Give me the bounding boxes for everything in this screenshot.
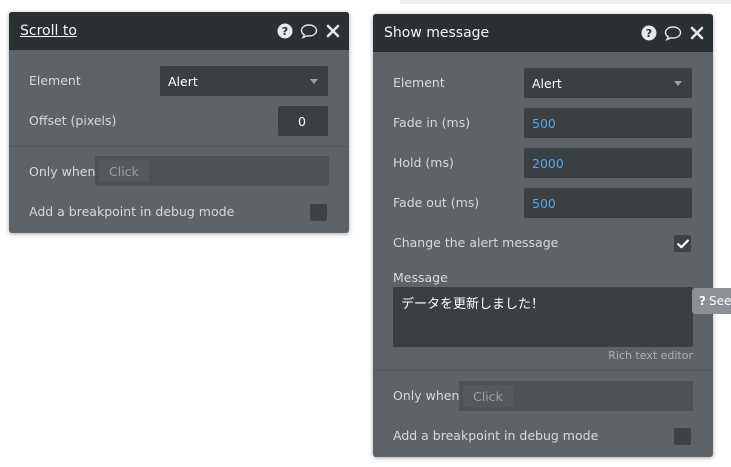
element-dropdown[interactable]: Alert [524, 68, 692, 98]
breakpoint-label: Add a breakpoint in debug mode [393, 428, 599, 443]
fade-in-input[interactable]: 500 [524, 108, 692, 138]
element-value: Alert [532, 75, 562, 91]
show-message-panel: Show message ? Element Alert Fade in (ms… [373, 14, 713, 457]
offset-input[interactable]: 0 [278, 106, 328, 136]
only-when-placeholder: Click [463, 385, 513, 407]
checkmark-icon [676, 239, 689, 248]
help-icon: ? [699, 294, 706, 308]
close-icon[interactable] [688, 24, 706, 42]
see-tab-label: See [708, 294, 731, 308]
fade-in-label: Fade in (ms) [393, 115, 471, 130]
offset-label: Offset (pixels) [29, 113, 117, 128]
hold-value: 2000 [532, 155, 564, 171]
change-message-checkbox[interactable] [674, 235, 691, 252]
message-label: Message [393, 270, 448, 285]
change-message-label: Change the alert message [393, 235, 559, 250]
fade-out-value: 500 [532, 195, 556, 211]
comment-icon[interactable] [664, 24, 682, 42]
message-value: データを更新しました！ [401, 297, 545, 312]
dropdown-caret-icon [674, 81, 682, 86]
section-divider [9, 146, 349, 147]
element-value: Alert [168, 73, 198, 89]
element-label: Element [29, 73, 81, 88]
see-reference-tab[interactable]: ? See [692, 288, 731, 314]
fade-in-value: 500 [532, 115, 556, 131]
help-icon[interactable]: ? [640, 24, 658, 42]
breakpoint-label: Add a breakpoint in debug mode [29, 204, 235, 219]
help-icon[interactable]: ? [276, 22, 294, 40]
hold-input[interactable]: 2000 [524, 148, 692, 178]
comment-icon[interactable] [300, 22, 318, 40]
svg-text:?: ? [646, 27, 652, 40]
message-textarea[interactable]: データを更新しました！ [393, 287, 693, 347]
close-icon[interactable] [324, 22, 342, 40]
offset-value: 0 [298, 113, 306, 129]
panel-header: Show message ? [373, 14, 713, 52]
only-when-condition-input[interactable]: Click [459, 381, 693, 411]
fade-out-label: Fade out (ms) [393, 195, 480, 210]
element-dropdown[interactable]: Alert [160, 66, 328, 96]
top-edge-bar [400, 0, 731, 4]
hold-label: Hold (ms) [393, 155, 454, 170]
rich-text-editor-link[interactable]: Rich text editor [608, 349, 693, 362]
breakpoint-checkbox[interactable] [310, 204, 327, 221]
only-when-label: Only when [393, 388, 460, 403]
panel-title[interactable]: Scroll to [20, 23, 77, 39]
scroll-to-panel: Scroll to ? Element Alert Offset (pixels… [9, 12, 349, 233]
fade-out-input[interactable]: 500 [524, 188, 692, 218]
only-when-placeholder: Click [99, 160, 149, 182]
only-when-condition-input[interactable]: Click [95, 156, 329, 186]
only-when-label: Only when [29, 164, 96, 179]
section-divider [373, 370, 713, 371]
panel-title[interactable]: Show message [384, 25, 489, 41]
dropdown-caret-icon [310, 79, 318, 84]
panel-header: Scroll to ? [9, 12, 349, 50]
breakpoint-checkbox[interactable] [674, 428, 691, 445]
element-label: Element [393, 75, 445, 90]
svg-text:?: ? [282, 25, 288, 38]
